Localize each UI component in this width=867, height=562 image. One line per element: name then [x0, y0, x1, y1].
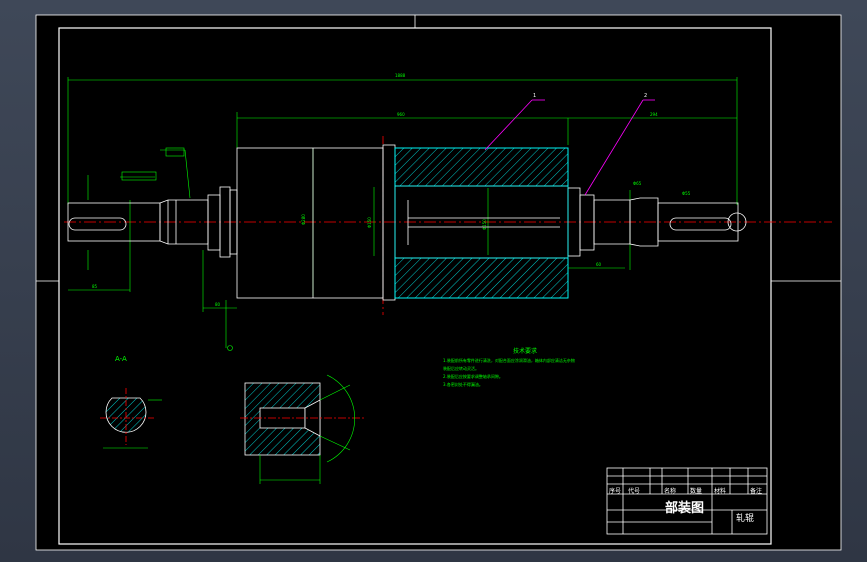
svg-text:85: 85: [92, 284, 98, 289]
svg-text:Φ150: Φ150: [482, 219, 487, 230]
tech-req-line: 1.装配前所有零件进行清洗，对配合面应涂润滑油，箱体内部应清洁无杂物: [443, 358, 575, 363]
tech-req-line: 装配后应转动灵活。: [443, 366, 479, 371]
tb-header-4: 材料: [714, 488, 727, 495]
cad-drawing-canvas: 1888 960 294 85 80 Φ280 Φ150 Φ150 60 Φ65…: [35, 14, 842, 551]
callout-2: 2: [644, 93, 647, 99]
svg-text:Φ65: Φ65: [633, 181, 642, 186]
svg-text:294: 294: [650, 112, 658, 117]
tech-req-title: 技术要求: [513, 348, 538, 355]
tb-header-2: 名称: [664, 488, 677, 495]
svg-text:960: 960: [397, 112, 405, 117]
part-name: 轧辊: [736, 514, 755, 524]
svg-text:Φ150: Φ150: [367, 217, 372, 228]
svg-text:60: 60: [596, 262, 602, 267]
cad-viewport[interactable]: 1888 960 294 85 80 Φ280 Φ150 Φ150 60 Φ65…: [0, 0, 867, 562]
tb-header-5: 备注: [750, 488, 763, 495]
tech-req-line: 3.各密封处不得漏油。: [443, 382, 483, 387]
tb-header-3: 数量: [690, 488, 703, 495]
callout-1: 1: [533, 93, 536, 99]
tb-header-0: 序号: [609, 488, 622, 495]
drawing-title: 部装图: [665, 501, 705, 516]
svg-text:1888: 1888: [395, 73, 406, 78]
section-label: A-A: [115, 355, 127, 363]
tb-header-1: 代号: [628, 488, 641, 495]
svg-text:Φ280: Φ280: [301, 214, 306, 225]
svg-text:80: 80: [215, 302, 221, 307]
tech-req-line: 2.装配后应按要求调整轴承间隙。: [443, 374, 503, 379]
svg-text:Φ55: Φ55: [682, 191, 691, 196]
